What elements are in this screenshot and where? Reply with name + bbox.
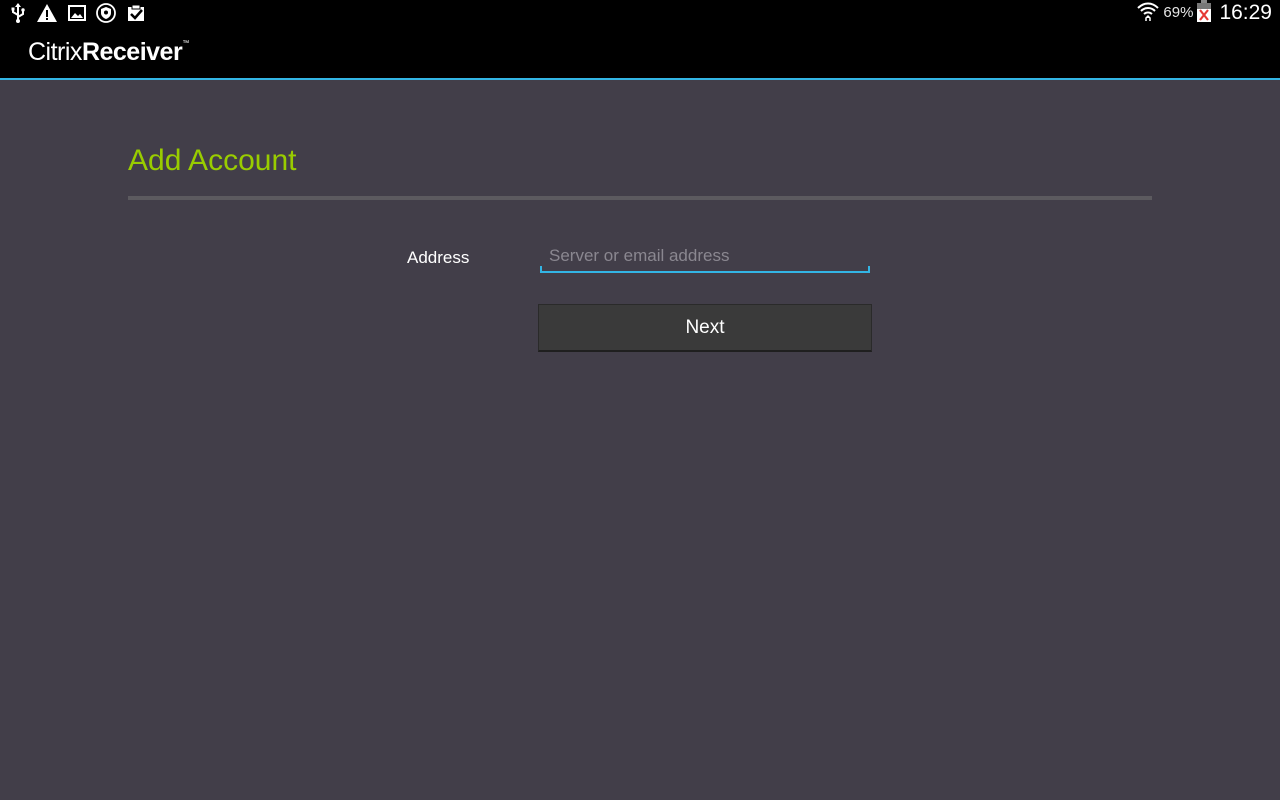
citrix-receiver-logo: CitrixReceiver™ [28, 38, 189, 67]
battery-icon [1197, 0, 1212, 26]
shield-icon [96, 3, 116, 23]
address-input[interactable] [540, 245, 870, 273]
page-title: Add Account [128, 144, 297, 177]
logo-brand-light: Citrix [28, 38, 82, 66]
status-bar: 69% 16:29 [0, 0, 1280, 25]
action-bar: CitrixReceiver™ [0, 25, 1280, 80]
clipboard-check-icon [126, 3, 146, 23]
logo-brand-bold: Receiver [81, 38, 183, 66]
add-account-screen: Add Account Address Next [0, 80, 1280, 800]
battery-percent: 69% [1163, 4, 1194, 21]
next-button[interactable]: Next [538, 304, 872, 352]
notification-icons [10, 2, 146, 24]
input-underline-tick-right [868, 266, 870, 273]
system-indicators: 69% 16:29 [1137, 0, 1272, 25]
address-label: Address [407, 248, 470, 267]
image-icon [68, 4, 86, 22]
title-divider [128, 196, 1152, 200]
input-underline-tick-left [540, 266, 542, 273]
logo-trademark: ™ [182, 40, 189, 47]
warning-icon [36, 3, 58, 23]
clock: 16:29 [1219, 0, 1272, 24]
wifi-icon [1137, 1, 1160, 25]
usb-icon [10, 3, 26, 23]
